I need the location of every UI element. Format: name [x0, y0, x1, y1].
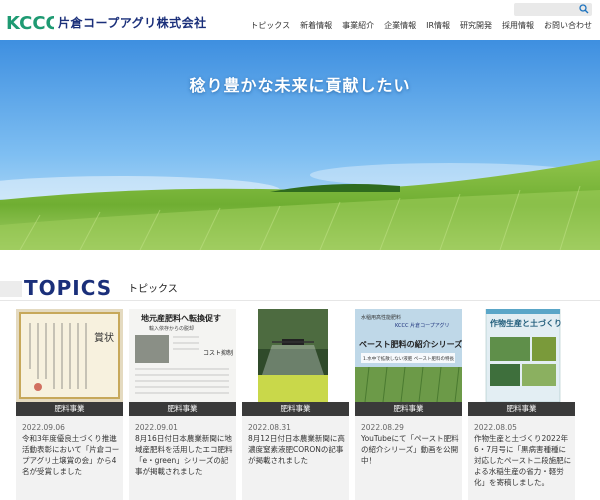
topics-divider [0, 300, 600, 301]
card-date: 2022.09.01 [135, 423, 178, 432]
nav-item-research[interactable]: 研究開発 [460, 20, 492, 31]
card-date: 2022.08.05 [474, 423, 517, 432]
topics-subtitle: トピックス [128, 284, 178, 295]
card-image-paste-video: 水稲用高性能肥料 KCCC 片倉コープアグリ ペースト肥料の紹介シリーズ 1.水… [355, 309, 462, 402]
topics-title: TOPICS [24, 276, 113, 300]
card-title[interactable]: 令和3年度優良土づくり推進活動表彰において「片倉コープアグリ土壌賞の会」から4名… [22, 433, 120, 477]
svg-text:地元産肥料へ転換促す: 地元産肥料へ転換促す [141, 313, 221, 323]
topic-card[interactable]: 作物生産と土づくり 肥料事業 2022.08.05 作物生産と土づくり2022年… [468, 309, 575, 500]
nav-item-topics[interactable]: トピックス [250, 20, 290, 31]
nav-item-recruit[interactable]: 採用情報 [502, 20, 534, 31]
topic-card[interactable]: 肥料事業 2022.08.31 8月12日付日本農業新聞に高濃度窒素液肥CORO… [242, 309, 349, 500]
card-image-magazine: 作物生産と土づくり [468, 309, 575, 402]
topic-card[interactable]: 地元産肥料へ転換促す 輸入依存からの脱却 コスト抑制 肥料事業 2022.09.… [129, 309, 236, 500]
card-title[interactable]: YouTubeにて「ペースト肥料の紹介シリーズ」動画を公開中！ [361, 433, 459, 466]
card-image-drone [242, 309, 349, 402]
svg-text:コスト抑制: コスト抑制 [203, 349, 233, 357]
card-date: 2022.08.29 [361, 423, 404, 432]
svg-text:賞状: 賞状 [94, 331, 114, 344]
card-title[interactable]: 8月16日付日本農業新聞に地域産肥料を活用したエコ肥料「e・green」シリーズ… [135, 433, 233, 477]
card-category-tag: 肥料事業 [355, 402, 462, 416]
svg-text:輸入依存からの脱却: 輸入依存からの脱却 [149, 325, 194, 332]
svg-text:水稲用高性能肥料: 水稲用高性能肥料 [361, 314, 401, 321]
card-title[interactable]: 8月12日付日本農業新聞に高濃度窒素液肥CORONの記事が掲載されました [248, 433, 346, 466]
search-input[interactable] [514, 3, 592, 16]
svg-text:ペースト肥料の紹介シリーズ: ペースト肥料の紹介シリーズ [359, 339, 462, 349]
kccc-logo-icon: KCCC [6, 13, 54, 33]
topics-accent-bar [0, 281, 22, 297]
card-category-tag: 肥料事業 [242, 402, 349, 416]
card-date: 2022.09.06 [22, 423, 65, 432]
nav-item-news[interactable]: 新着情報 [300, 20, 332, 31]
nav-item-ir[interactable]: IR情報 [426, 20, 450, 31]
site-header: KCCC 片倉コープアグリ株式会社 トピックス 新着情報 事業紹介 企業情報 I… [0, 0, 600, 40]
hero-title: 稔り豊かな未来に貢献したい [189, 76, 411, 95]
company-name: 片倉コープアグリ株式会社 [58, 15, 207, 30]
card-category-tag: 肥料事業 [129, 402, 236, 416]
card-category-tag: 肥料事業 [16, 402, 123, 416]
svg-text:1.水中で拡散しない液肥 ペースト肥料の特長: 1.水中で拡散しない液肥 ペースト肥料の特長 [363, 355, 454, 362]
card-category-tag: 肥料事業 [468, 402, 575, 416]
topic-card[interactable]: 水稲用高性能肥料 KCCC 片倉コープアグリ ペースト肥料の紹介シリーズ 1.水… [355, 309, 462, 500]
global-nav: トピックス 新着情報 事業紹介 企業情報 IR情報 研究開発 採用情報 お問い合… [250, 20, 592, 31]
card-date: 2022.08.31 [248, 423, 291, 432]
card-image-certificate: 賞状 [16, 309, 123, 402]
topic-card[interactable]: 賞状 肥料事業 2022.09.06 令和3年度優良土づくり推進活動表彰において… [16, 309, 123, 500]
nav-item-business[interactable]: 事業紹介 [342, 20, 374, 31]
hero-banner: 稔り豊かな未来に貢献したい [0, 40, 600, 250]
card-image-newspaper: 地元産肥料へ転換促す 輸入依存からの脱却 コスト抑制 [129, 309, 236, 402]
svg-text:KCCC 片倉コープアグリ: KCCC 片倉コープアグリ [395, 322, 450, 329]
logo[interactable]: KCCC 片倉コープアグリ株式会社 [6, 10, 207, 34]
nav-item-contact[interactable]: お問い合わせ [544, 20, 592, 31]
search-icon[interactable] [579, 4, 589, 14]
nav-item-company[interactable]: 企業情報 [384, 20, 416, 31]
svg-text:KCCC: KCCC [6, 13, 54, 33]
svg-text:作物生産と土づくり: 作物生産と土づくり [490, 318, 562, 328]
card-title[interactable]: 作物生産と土づくり2022年6・7月号に「黒病害種種に対応したペースト二段施肥に… [474, 433, 572, 488]
